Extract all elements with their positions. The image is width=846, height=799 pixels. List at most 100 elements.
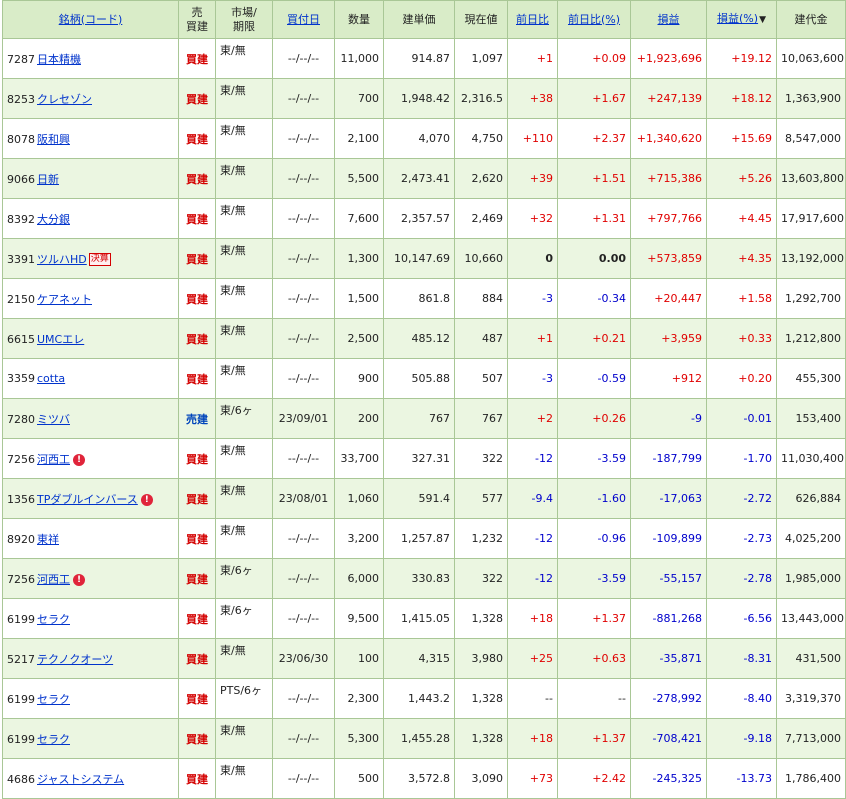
cell-date: 23/08/01: [272, 478, 335, 519]
table-row: 7256 河西工! 買建 東/6ヶ --/--/-- 6,000 330.83 322 -12-…: [2, 558, 846, 599]
cell-price: 591.4: [383, 478, 455, 519]
cell-chg-pct: -3.59: [557, 438, 631, 479]
cell-current: 577: [454, 478, 508, 519]
cell-qty: 33,700: [334, 438, 384, 479]
stock-name-link[interactable]: 河西工: [37, 573, 70, 586]
cell-name: 2150 ケアネット: [2, 278, 179, 319]
cell-qty: 5,500: [334, 158, 384, 199]
col-header-chg-pct[interactable]: 前日比(%): [557, 0, 631, 39]
stock-name-link[interactable]: ジャストシステム: [37, 773, 124, 786]
stock-name-link[interactable]: 日本精機: [37, 53, 81, 66]
side-label: 買建: [186, 652, 208, 666]
cell-value: 10,063,600: [776, 38, 846, 79]
cell-pl-pct: -2.72: [706, 478, 777, 519]
cell-qty: 9,500: [334, 598, 384, 639]
cell-qty: 3,200: [334, 518, 384, 559]
cell-name: 7256 河西工!: [2, 438, 179, 479]
stock-name-link[interactable]: 大分銀: [37, 213, 70, 226]
stock-name-link[interactable]: cotta: [37, 372, 65, 385]
stock-name-link[interactable]: 阪和興: [37, 133, 70, 146]
cell-chg-pct: +1.37: [557, 718, 631, 759]
cell-market: 東/無: [215, 278, 273, 319]
cell-pl-pct: +0.20: [706, 358, 777, 399]
stock-name-link[interactable]: クレセゾン: [37, 93, 92, 106]
col-header-name[interactable]: 銘柄(コード): [2, 0, 179, 39]
cell-price: 2,473.41: [383, 158, 455, 199]
cell-qty: 100: [334, 638, 384, 679]
table-row: 2150 ケアネット 買建 東/無 --/--/-- 1,500 861.8 884 -3 -0.…: [2, 278, 846, 319]
alert-icon[interactable]: !: [73, 573, 85, 586]
table-row: 7280 ミツバ 売建 東/6ヶ 23/09/01 200 767 767 +2 +0.26 -9-…: [2, 398, 846, 439]
cell-pl-pct: +15.69: [706, 118, 777, 159]
cell-date: --/--/--: [272, 118, 335, 159]
sort-name-link[interactable]: 銘柄(コード): [59, 13, 123, 26]
cell-current: 322: [454, 438, 508, 479]
cell-chg-pct: +1.67: [557, 78, 631, 119]
stock-name-link[interactable]: 日新: [37, 173, 59, 186]
cell-qty: 5,300: [334, 718, 384, 759]
cell-market: 東/無: [215, 358, 273, 399]
sort-pl-link[interactable]: 損益: [658, 13, 680, 26]
stock-name-link[interactable]: ツルハHD: [37, 253, 87, 266]
sort-chg-link[interactable]: 前日比: [516, 13, 549, 26]
cell-date: --/--/--: [272, 278, 335, 319]
stock-name-link[interactable]: ケアネット: [37, 293, 92, 306]
cell-name: 6199 セラク: [2, 598, 179, 639]
stock-name-link[interactable]: 河西工: [37, 453, 70, 466]
sort-pl-pct-link[interactable]: 損益(%): [717, 12, 758, 25]
cell-pl-pct: -8.40: [706, 678, 777, 719]
col-header-current: 現在値: [454, 0, 508, 39]
cell-market: 東/無: [215, 238, 273, 279]
cell-date: --/--/--: [272, 438, 335, 479]
cell-current: 507: [454, 358, 508, 399]
stock-name-link[interactable]: TPダブルインバース: [37, 493, 138, 506]
col-header-chg[interactable]: 前日比: [507, 0, 558, 39]
cell-side: 買建: [178, 678, 216, 719]
cell-price: 1,948.42: [383, 78, 455, 119]
col-header-pl[interactable]: 損益: [630, 0, 707, 39]
sort-chg-pct-link[interactable]: 前日比(%): [568, 13, 620, 26]
cell-current: 1,097: [454, 38, 508, 79]
cell-market: 東/無: [215, 78, 273, 119]
stock-name-link[interactable]: 東祥: [37, 533, 59, 546]
cell-pl-pct: -0.01: [706, 398, 777, 439]
cell-value: 1,985,000: [776, 558, 846, 599]
stock-code: 6199: [7, 692, 35, 706]
cell-current: 10,660: [454, 238, 508, 279]
cell-pl: +20,447: [630, 278, 707, 319]
table-row: 6199 セラク 買建 東/6ヶ --/--/-- 9,500 1,415.05 1,328 +…: [2, 598, 846, 639]
side-label: 買建: [186, 212, 208, 226]
table-row: 6199 セラク 買建 東/無 --/--/-- 5,300 1,455.28 1,328 +1…: [2, 718, 846, 759]
cell-current: 1,328: [454, 718, 508, 759]
stock-name-link[interactable]: セラク: [37, 693, 70, 706]
sort-date-link[interactable]: 買付日: [287, 13, 320, 26]
cell-date: --/--/--: [272, 318, 335, 359]
cell-value: 4,025,200: [776, 518, 846, 559]
cell-name: 7256 河西工!: [2, 558, 179, 599]
stock-name-link[interactable]: ミツバ: [37, 413, 70, 426]
table-row: 6199 セラク 買建 PTS/6ヶ --/--/-- 2,300 1,443.2 1,328…: [2, 678, 846, 719]
alert-icon[interactable]: !: [73, 453, 85, 466]
cell-date: --/--/--: [272, 558, 335, 599]
cell-qty: 700: [334, 78, 384, 119]
col-header-pl-pct[interactable]: 損益(%)▼: [706, 0, 777, 39]
cell-price: 485.12: [383, 318, 455, 359]
stock-code: 7280: [7, 412, 35, 426]
cell-side: 買建: [178, 518, 216, 559]
cell-name: 8920 東祥: [2, 518, 179, 559]
stock-name-link[interactable]: セラク: [37, 733, 70, 746]
col-header-qty: 数量: [334, 0, 384, 39]
cell-date: 23/09/01: [272, 398, 335, 439]
cell-name: 7287 日本精機: [2, 38, 179, 79]
cell-market: 東/無: [215, 478, 273, 519]
stock-name-link[interactable]: テクノクオーツ: [37, 653, 113, 666]
col-header-date[interactable]: 買付日: [272, 0, 335, 39]
alert-icon[interactable]: !: [140, 493, 153, 506]
stock-name-link[interactable]: セラク: [37, 613, 70, 626]
stock-name-link[interactable]: UMCエレ: [37, 333, 84, 346]
side-label: 買建: [186, 332, 208, 346]
cell-chg: +110: [507, 118, 558, 159]
stock-code: 7256: [7, 572, 35, 586]
cell-price: 1,443.2: [383, 678, 455, 719]
table-row: 8920 東祥 買建 東/無 --/--/-- 3,200 1,257.87 1,232 -12…: [2, 518, 846, 559]
